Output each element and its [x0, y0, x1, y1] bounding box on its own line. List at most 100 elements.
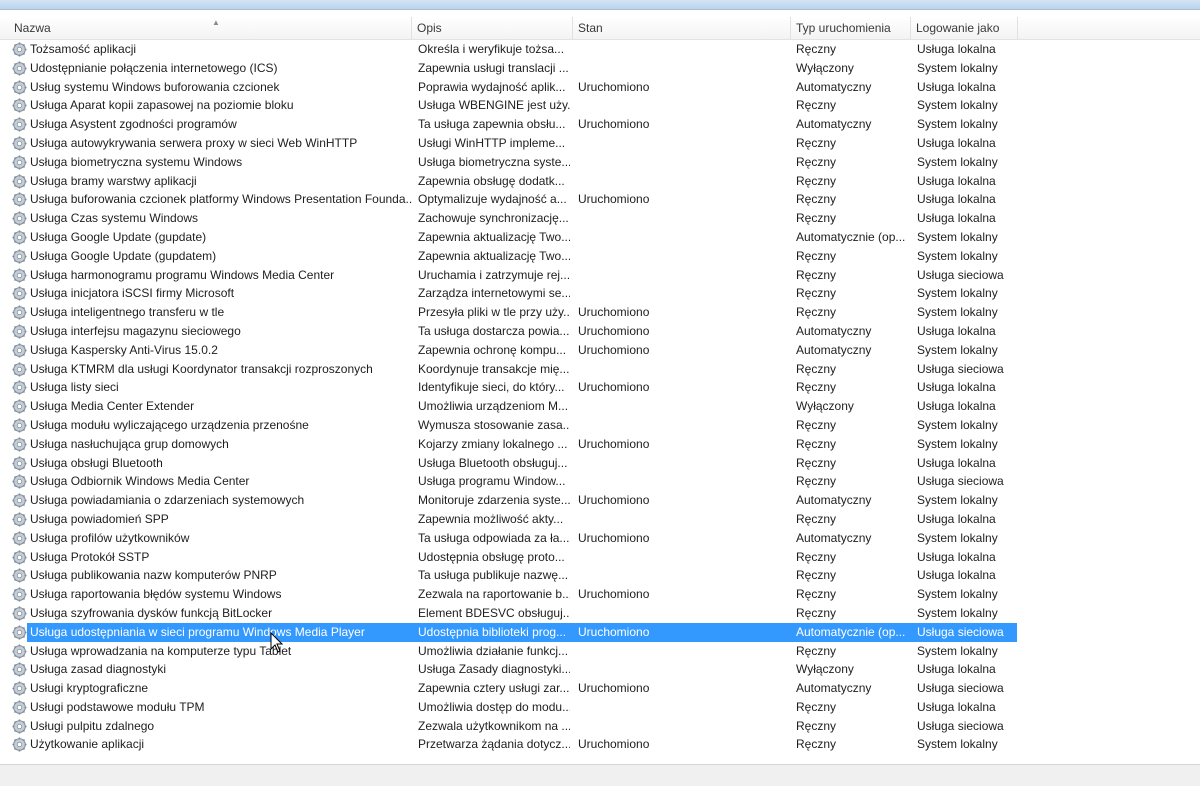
service-status: Uruchomiono	[578, 587, 650, 602]
service-row[interactable]: Usługa KTMRM dla usługi Koordynator tran…	[0, 360, 1200, 379]
column-header-startup-type-label: Typ uruchomienia	[796, 21, 891, 35]
service-row[interactable]: Usługa Google Update (gupdate) Zapewnia a…	[0, 228, 1200, 247]
service-row[interactable]: Usługa Aparat kopii zapasowej na poziomi…	[0, 96, 1200, 115]
service-row[interactable]: Usługa inteligentnego transferu w tle Prz…	[0, 303, 1200, 322]
service-row[interactable]: Usługa powiadomień SPP Zapewnia możliwość…	[0, 510, 1200, 529]
service-startup-type: Ręczny	[796, 286, 837, 301]
column-header-name[interactable]: Nazwa ▲	[9, 17, 412, 39]
service-row[interactable]: Usługa harmonogramu programu Windows Med…	[0, 266, 1200, 285]
service-description: Optymalizuje wydajność a...	[418, 192, 567, 207]
service-startup-type: Automatyczny	[796, 681, 872, 696]
service-row[interactable]: Usługa powiadamiania o zdarzeniach syste…	[0, 491, 1200, 510]
service-startup-type: Automatyczny	[796, 79, 872, 94]
service-gear-icon	[12, 98, 27, 113]
service-gear-icon	[12, 418, 27, 433]
service-name: Usługa szyfrowania dysków funkcją BitLoc…	[30, 605, 273, 620]
service-gear-icon	[12, 380, 27, 395]
service-row[interactable]: Usługa Google Update (gupdatem) Zapewnia …	[0, 247, 1200, 266]
service-name: Usługi kryptograficzne	[30, 681, 149, 696]
service-row[interactable]: Usługi pulpitu zdalnego Zezwala użytkowni…	[0, 717, 1200, 736]
service-gear-icon	[12, 324, 27, 339]
service-startup-type: Ręczny	[796, 455, 837, 470]
service-startup-type: Ręczny	[796, 211, 837, 226]
service-row[interactable]: Udostępnianie połączenia internetowego (…	[0, 59, 1200, 78]
service-row[interactable]: Usługi podstawowe modułu TPM Umożliwia do…	[0, 698, 1200, 717]
service-startup-type: Ręczny	[796, 587, 837, 602]
service-row[interactable]: Usługa interfejsu magazynu sieciowego Ta …	[0, 322, 1200, 341]
service-row[interactable]: Usługa publikowania nazw komputerów PNRP…	[0, 566, 1200, 585]
service-log-on-as: System lokalny	[917, 587, 998, 602]
service-row[interactable]: Usługa Kaspersky Anti-Virus 15.0.2 Zapewn…	[0, 341, 1200, 360]
service-row[interactable]: Usługa nasłuchująca grup domowych Kojarzy…	[0, 435, 1200, 454]
service-name: Usługi pulpitu zdalnego	[30, 718, 155, 733]
service-name: Usług systemu Windows buforowania czcion…	[30, 79, 280, 94]
service-row[interactable]: Usługa autowykrywania serwera proxy w si…	[0, 134, 1200, 153]
service-status: Uruchomiono	[578, 192, 650, 207]
service-name: Usługa interfejsu magazynu sieciowego	[30, 323, 241, 338]
service-status: Uruchomiono	[578, 624, 650, 639]
service-description: Ta usługa zapewnia obsłu...	[418, 117, 566, 132]
service-gear-icon	[12, 399, 27, 414]
service-description: Zezwala na raportowanie b...	[418, 587, 570, 602]
service-gear-icon	[12, 568, 27, 583]
service-log-on-as: System lokalny	[917, 737, 998, 752]
mouse-cursor-icon	[270, 632, 284, 653]
service-name: Usługa powiadamiania o zdarzeniach syste…	[30, 493, 305, 508]
service-row[interactable]: Usługa Media Center Extender Umożliwia ur…	[0, 397, 1200, 416]
service-description: Koordynuje transakcje mię...	[418, 361, 570, 376]
service-row[interactable]: Usługa inicjatora iSCSI firmy Microsoft Z…	[0, 284, 1200, 303]
service-row[interactable]: Usługi kryptograficzne Zapewnia cztery us…	[0, 679, 1200, 698]
service-row[interactable]: Usługa szyfrowania dysków funkcją BitLoc…	[0, 604, 1200, 623]
service-row[interactable]: Usługa Odbiornik Windows Media Center Usł…	[0, 472, 1200, 491]
service-log-on-as: Usługa sieciowa	[917, 361, 1004, 376]
service-description: Umożliwia dostęp do modu...	[418, 699, 570, 714]
service-gear-icon	[12, 437, 27, 452]
service-gear-icon	[12, 343, 27, 358]
service-log-on-as: Usługa lokalna	[917, 323, 996, 338]
service-log-on-as: Usługa lokalna	[917, 211, 996, 226]
service-gear-icon	[12, 192, 27, 207]
service-description: Przesyła pliki w tle przy uży...	[418, 305, 570, 320]
column-header-description[interactable]: Opis	[412, 17, 573, 39]
service-row[interactable]: Usługa bramy warstwy aplikacji Zapewnia o…	[0, 172, 1200, 191]
service-row[interactable]: Usługa zasad diagnostyki Usługa Zasady di…	[0, 660, 1200, 679]
service-name: Usługa inteligentnego transferu w tle	[30, 305, 225, 320]
service-gear-icon	[12, 211, 27, 226]
service-row[interactable]: Usługa Asystent zgodności programów Ta us…	[0, 115, 1200, 134]
service-description: Zezwala użytkownikom na ...	[418, 718, 570, 733]
column-header-status-label: Stan	[578, 21, 603, 35]
service-row[interactable]: Użytkowanie aplikacji Przetwarza żądania …	[0, 735, 1200, 754]
service-log-on-as: Usługa sieciowa	[917, 267, 1004, 282]
service-row[interactable]: Usługa listy sieci Identyfikuje sieci, do…	[0, 378, 1200, 397]
service-startup-type: Ręczny	[796, 605, 837, 620]
service-log-on-as: System lokalny	[917, 436, 998, 451]
column-header-startup-type[interactable]: Typ uruchomienia	[791, 17, 911, 39]
service-row[interactable]: Usług systemu Windows buforowania czcion…	[0, 78, 1200, 97]
service-name: Usługa Aparat kopii zapasowej na poziomi…	[30, 98, 294, 113]
service-gear-icon	[12, 249, 27, 264]
service-log-on-as: System lokalny	[917, 417, 998, 432]
column-header-status[interactable]: Stan	[573, 17, 791, 39]
service-gear-icon	[12, 80, 27, 95]
service-log-on-as: System lokalny	[917, 60, 998, 75]
service-row[interactable]: Usługa Czas systemu Windows Zachowuje syn…	[0, 209, 1200, 228]
service-name: Usługa raportowania błędów systemu Windo…	[30, 587, 282, 602]
service-row[interactable]: Tożsamość aplikacji Określa i weryfikuje …	[0, 40, 1200, 59]
service-description: Zachowuje synchronizację...	[418, 211, 569, 226]
service-row[interactable]: Usługa modułu wyliczającego urządzenia p…	[0, 416, 1200, 435]
service-startup-type: Ręczny	[796, 305, 837, 320]
service-row[interactable]: Usługa biometryczna systemu Windows Usług…	[0, 153, 1200, 172]
service-row[interactable]: Usługa profilów użytkowników Ta usługa od…	[0, 529, 1200, 548]
service-row[interactable]: Usługa obsługi Bluetooth Usługa Bluetooth…	[0, 454, 1200, 473]
service-log-on-as: System lokalny	[917, 248, 998, 263]
service-row[interactable]: Usługa Protokół SSTP Udostępnia obsługę p…	[0, 548, 1200, 567]
service-row[interactable]: Usługa wprowadzania na komputerze typu T…	[0, 642, 1200, 661]
service-startup-type: Ręczny	[796, 417, 837, 432]
service-gear-icon	[12, 606, 27, 621]
service-log-on-as: Usługa sieciowa	[917, 681, 1004, 696]
service-row[interactable]: Usługa buforowania czcionek platformy Wi…	[0, 190, 1200, 209]
column-header-log-on-as[interactable]: Logowanie jako	[911, 17, 1018, 39]
service-row[interactable]: Usługa raportowania błędów systemu Windo…	[0, 585, 1200, 604]
service-name: Usługa Odbiornik Windows Media Center	[30, 474, 250, 489]
service-row[interactable]: Usługa udostępniania w sieci programu Wi…	[0, 622, 1200, 642]
